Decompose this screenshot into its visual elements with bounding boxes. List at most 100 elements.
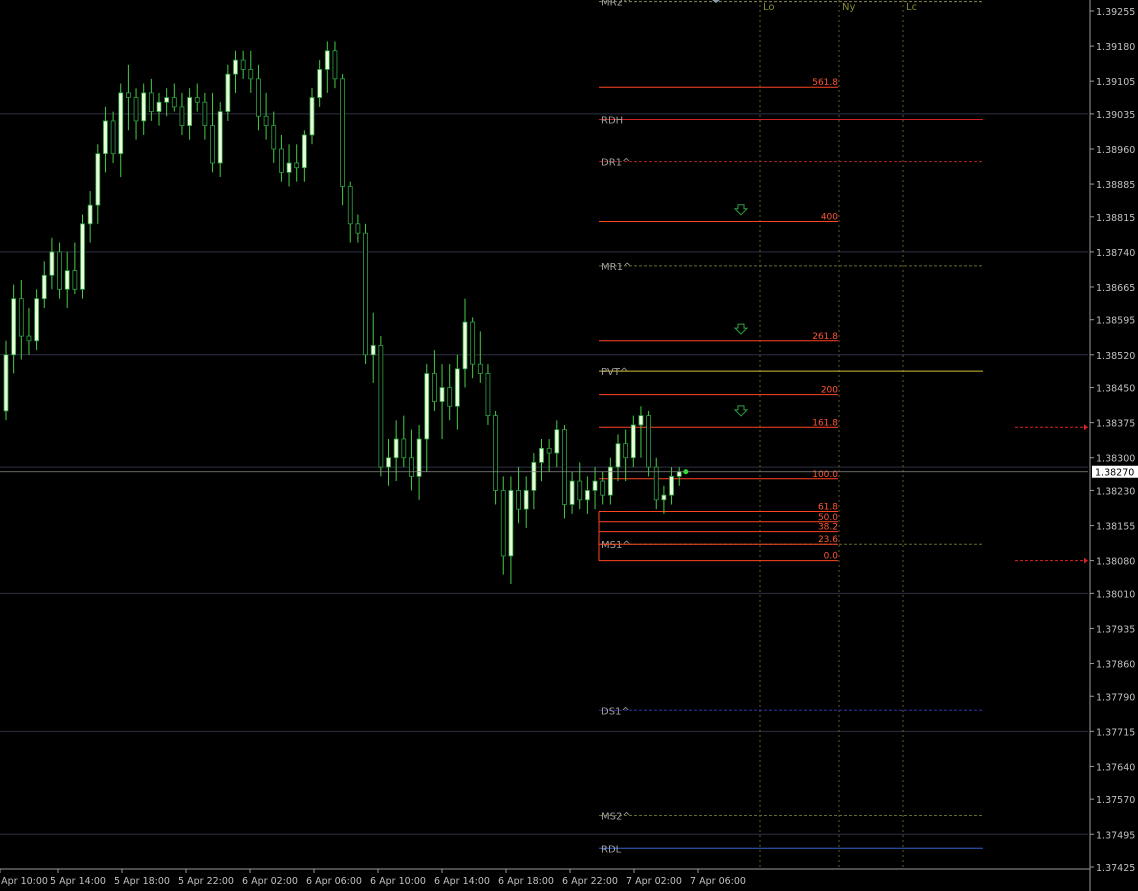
candle-body	[126, 92, 131, 98]
candle-body	[57, 251, 62, 290]
candle-body	[646, 415, 651, 468]
candle-body	[585, 490, 590, 501]
candle-body	[179, 106, 185, 127]
current-price-label: 1.38270	[1095, 468, 1134, 479]
price-tick-label: 1.38300	[1096, 454, 1135, 465]
candle-body	[493, 415, 499, 491]
candle-body	[546, 447, 552, 454]
candle-body	[470, 321, 476, 365]
candle-body	[87, 204, 93, 225]
price-tick-label: 1.38520	[1096, 351, 1135, 362]
candle-body	[539, 447, 544, 463]
time-tick-label: 7 Apr 06:00	[690, 876, 746, 887]
time-tick-label: 6 Apr 18:00	[498, 876, 554, 887]
candle-body	[72, 270, 78, 290]
candle-body	[592, 480, 598, 491]
candle-body	[615, 443, 621, 468]
candle-body	[416, 438, 422, 477]
price-tick-label: 1.37790	[1096, 692, 1135, 703]
candle-body	[171, 97, 177, 108]
price-tick-label: 1.38230	[1096, 486, 1135, 497]
candle-body	[630, 424, 636, 459]
session-label: Lc	[906, 2, 917, 13]
candle-body	[324, 50, 330, 70]
candle-body	[332, 50, 338, 80]
pivot-label: PVT^	[601, 367, 628, 378]
price-tick-label: 1.38960	[1096, 145, 1135, 156]
time-tick-label: 5 Apr 14:00	[50, 876, 106, 887]
time-tick-label: 6 Apr 22:00	[562, 876, 618, 887]
candle-body	[485, 373, 491, 417]
grid-lines	[0, 0, 1138, 891]
pivot-label: DR1^	[601, 158, 630, 169]
candle-body	[64, 270, 70, 290]
price-tick-label: 1.38010	[1096, 589, 1135, 600]
price-tick-label: 1.38375	[1096, 419, 1135, 430]
price-tick-label: 1.37570	[1096, 795, 1135, 806]
candle-body	[340, 78, 346, 187]
time-tick-label: 6 Apr 10:00	[370, 876, 426, 887]
candle-body	[133, 97, 139, 122]
price-chart[interactable]: Lo Ny Lc MR2^ RDH DR1^ MR1^ PVT^ MS1^ DS1^ MS2^ RD…	[0, 0, 1138, 891]
candle-body	[301, 134, 307, 169]
pivot-label: MR2^	[601, 0, 631, 9]
price-tick-label: 1.39255	[1096, 7, 1135, 18]
candle-body	[148, 92, 154, 112]
time-tick-label: 6 Apr 02:00	[242, 876, 298, 887]
candle-body	[248, 69, 254, 80]
candle-body	[210, 125, 215, 164]
candle-body	[202, 101, 208, 127]
candle-body	[80, 223, 85, 290]
candle-body	[256, 78, 261, 117]
candle-body	[409, 457, 414, 477]
candle-body	[447, 387, 453, 407]
fib-label: 38.2	[818, 523, 838, 533]
fib-label: 561.8	[812, 78, 838, 88]
candle-body	[378, 345, 384, 468]
fib-label: 61.8	[818, 503, 838, 513]
fib-label: 161.8	[812, 418, 838, 428]
candle-body	[439, 387, 445, 402]
session-label: Ny	[842, 2, 855, 13]
price-tick-label: 1.37640	[1096, 762, 1135, 773]
candle-body	[516, 490, 521, 510]
candle-body	[271, 125, 277, 150]
candle-body	[607, 466, 613, 496]
candle-body	[194, 97, 200, 103]
candle-body	[26, 335, 32, 342]
candle-body	[118, 92, 124, 155]
price-tick-label: 1.38815	[1096, 213, 1135, 224]
candle-body	[103, 120, 108, 155]
candle-body	[347, 186, 353, 225]
pivot-label: MS2^	[601, 812, 631, 823]
candle-body	[317, 69, 323, 98]
candle-body	[554, 429, 560, 454]
candle-body	[187, 97, 193, 127]
price-tick-label: 1.38740	[1096, 248, 1135, 259]
candle-body	[569, 480, 575, 505]
candle-body	[41, 274, 47, 300]
price-tick-label: 1.38155	[1096, 522, 1135, 533]
price-tick-label: 1.38450	[1096, 384, 1135, 395]
pivot-label: MR1^	[601, 262, 631, 273]
fib-label: 200	[821, 386, 838, 396]
candle-body	[49, 251, 55, 276]
candle-body	[562, 429, 567, 505]
candle-body	[424, 373, 430, 440]
time-tick-label: 6 Apr 06:00	[306, 876, 362, 887]
price-tick-label: 1.39180	[1096, 42, 1135, 53]
time-tick-label: 7 Apr 02:00	[626, 876, 682, 887]
candle-body	[638, 415, 644, 426]
candle-body	[95, 153, 101, 206]
candle-body	[294, 162, 300, 169]
candle-body	[370, 345, 376, 356]
fib-label: 23.6	[818, 535, 838, 545]
price-tick-label: 1.37425	[1096, 863, 1135, 874]
candle-body	[286, 162, 292, 173]
candle-body	[477, 363, 483, 374]
candle-body	[263, 115, 269, 127]
price-tick-label: 1.38665	[1096, 283, 1135, 294]
candle-body	[233, 59, 238, 75]
price-tick-label: 1.37715	[1096, 727, 1135, 738]
time-tick-label: 6 Apr 14:00	[434, 876, 490, 887]
